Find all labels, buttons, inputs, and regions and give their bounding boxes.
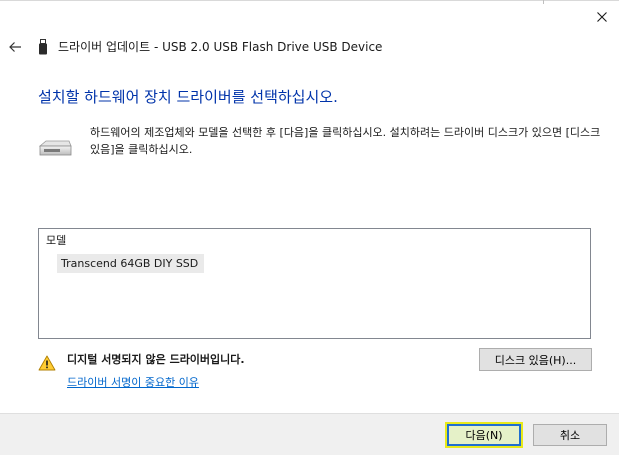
header-bar: 드라이버 업데이트 - USB 2.0 USB Flash Drive USB … [0, 34, 619, 60]
window-title: 드라이버 업데이트 - USB 2.0 USB Flash Drive USB … [58, 40, 383, 54]
hard-drive-icon [38, 140, 72, 156]
next-button[interactable]: 다음(N) [447, 424, 521, 446]
cancel-button[interactable]: 취소 [533, 424, 607, 446]
page-title: 설치할 하드웨어 장치 드라이버를 선택하십시오. [38, 88, 338, 106]
warning-icon [38, 355, 56, 371]
model-list-header: 모델 [46, 234, 67, 247]
have-disk-button[interactable]: 디스크 있음(H)... [479, 348, 592, 371]
model-list-item[interactable]: Transcend 64GB DIY SSD [57, 254, 205, 273]
back-button[interactable] [6, 39, 24, 55]
instruction-text: 하드웨어의 제조업체와 모델을 선택한 후 [다음]을 클릭하십시오. 설치하려… [90, 126, 601, 156]
footer-bar [0, 413, 619, 455]
model-list[interactable]: 모델 Transcend 64GB DIY SSD [38, 228, 591, 339]
unsigned-driver-warning: 디지털 서명되지 않은 드라이버입니다. [67, 353, 245, 366]
close-button[interactable] [588, 6, 616, 28]
close-icon [597, 12, 607, 22]
window-top-border [0, 0, 619, 1]
title-bar-divider [543, 0, 544, 4]
driver-signing-info-link[interactable]: 드라이버 서명이 중요한 이유 [67, 374, 199, 391]
usb-drive-icon [39, 39, 47, 55]
back-arrow-icon [9, 42, 21, 52]
